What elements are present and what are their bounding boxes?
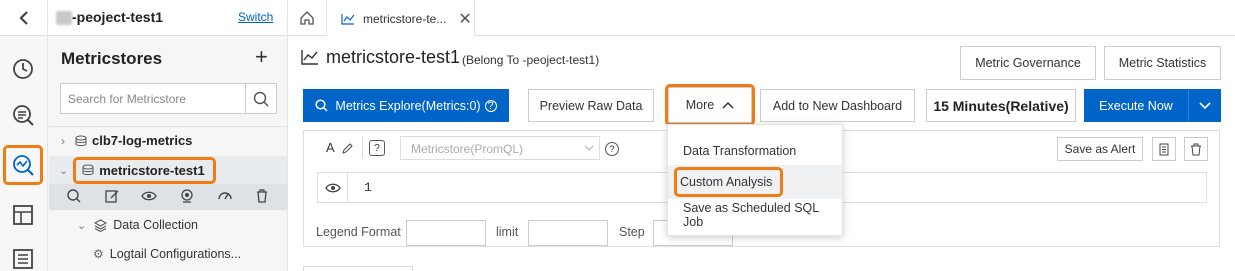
info-icon[interactable]: ? — [484, 99, 497, 112]
sidebar-title: Metricstores — [61, 49, 163, 68]
home-icon — [300, 11, 314, 25]
copy-icon[interactable] — [1152, 137, 1176, 161]
project-name: -peoject-test1 — [72, 9, 164, 25]
metrics-explore-button[interactable]: Metrics Explore(Metrics:0) ? — [303, 89, 509, 122]
metrics-analysis-icon[interactable] — [3, 145, 43, 185]
metrics-explore-label: Metrics Explore(Metrics:0) — [335, 98, 481, 113]
delete-icon[interactable] — [254, 188, 270, 204]
more-label: More — [685, 98, 715, 112]
sidebar-item-label: clb7-log-metrics — [92, 133, 193, 148]
clock-icon[interactable] — [10, 56, 36, 82]
selected-metricstore-highlight: metricstore-test1 — [73, 156, 216, 184]
bottom-tab-edge — [303, 266, 413, 271]
close-tab-icon[interactable]: ✕ — [458, 9, 471, 29]
help-icon[interactable]: ? — [369, 140, 385, 156]
metricstore-search-input[interactable]: Search for Metricstore — [60, 83, 246, 114]
chevron-down-icon[interactable]: ⌄ — [77, 219, 86, 232]
toggle-visibility-icon[interactable] — [317, 172, 348, 203]
logtail-label: Logtail Configurations... — [109, 247, 242, 261]
metricstore-actions — [49, 184, 287, 210]
line-chart-icon — [341, 13, 355, 25]
back-arrow-icon[interactable] — [0, 0, 48, 36]
chevron-right-icon[interactable]: › — [61, 134, 65, 148]
legend-format-label: Legend Format — [316, 225, 401, 239]
top-bar — [0, 0, 1235, 36]
more-dropdown-menu: Data Transformation Custom Analysis Save… — [667, 124, 843, 236]
database-icon — [82, 164, 94, 175]
tree-data-collection[interactable]: ⌄ Data Collection — [49, 211, 287, 239]
line-chart-icon — [301, 50, 318, 65]
chevron-down-icon — [1198, 101, 1211, 109]
add-metricstore-icon[interactable]: + — [255, 44, 268, 70]
more-button[interactable]: More — [665, 84, 755, 126]
font-size-icon[interactable]: A — [326, 140, 335, 155]
question-icon[interactable]: ? — [605, 142, 619, 156]
step-label: Step — [619, 225, 645, 239]
query-icon[interactable] — [66, 188, 82, 204]
time-range-picker[interactable]: 15 Minutes(Relative) — [926, 89, 1076, 122]
page-title: metricstore-test1 — [326, 47, 461, 67]
custom-analysis-label: Custom Analysis — [673, 167, 784, 197]
database-icon — [75, 135, 87, 146]
switch-project-link[interactable]: Switch — [238, 10, 273, 24]
execute-options-button[interactable] — [1188, 89, 1221, 122]
chevron-down-icon — [584, 145, 594, 151]
menu-item-custom-analysis[interactable]: Custom Analysis — [668, 165, 842, 199]
view-icon[interactable] — [141, 188, 157, 204]
gauge-icon[interactable] — [217, 188, 233, 204]
execute-now-button[interactable]: Execute Now — [1084, 89, 1188, 122]
preview-raw-data-button[interactable]: Preview Raw Data — [528, 89, 654, 122]
monitor-icon[interactable] — [179, 188, 195, 204]
left-rail — [0, 36, 48, 271]
delete-icon[interactable] — [1184, 137, 1208, 161]
pen-icon[interactable] — [341, 142, 354, 155]
settings-icon: ⚙ — [93, 247, 104, 261]
data-collection-label: Data Collection — [113, 218, 198, 232]
add-to-dashboard-button[interactable]: Add to New Dashboard — [760, 89, 915, 122]
save-as-alert-button[interactable]: Save as Alert — [1057, 137, 1143, 161]
limit-input[interactable] — [528, 220, 608, 246]
tab-metricstore[interactable]: metricstore-te... ✕ — [327, 0, 475, 37]
metricstore-select[interactable]: Metricstore(PromQL) — [400, 136, 600, 160]
search-icon[interactable] — [246, 83, 277, 114]
legend-format-input[interactable] — [406, 220, 486, 246]
menu-item-data-transformation[interactable]: Data Transformation — [668, 134, 842, 168]
chevron-up-icon — [722, 101, 734, 109]
metric-governance-button[interactable]: Metric Governance — [960, 46, 1096, 80]
dashboard-icon[interactable] — [10, 202, 36, 228]
metric-statistics-button[interactable]: Metric Statistics — [1104, 46, 1221, 80]
menu-item-save-scheduled-sql[interactable]: Save as Scheduled SQL Job — [668, 198, 842, 232]
layers-icon — [94, 218, 108, 232]
search-icon — [315, 99, 328, 112]
sidebar-item-metricstore-test1[interactable]: ⌄ metricstore-test1 — [49, 156, 287, 184]
tree-logtail-configurations[interactable]: ⚙ Logtail Configurations... — [49, 240, 287, 268]
home-tab[interactable] — [287, 0, 327, 36]
sidebar-item-clb7-log-metrics[interactable]: › clb7-log-metrics — [49, 126, 287, 154]
sidebar-item-label: metricstore-test1 — [99, 162, 205, 178]
limit-label: limit — [496, 225, 519, 239]
chevron-down-icon[interactable]: ⌄ — [59, 164, 68, 177]
list-icon[interactable] — [10, 246, 36, 271]
page-subtitle: (Belong To -peoject-test1) — [462, 53, 600, 67]
search-query-icon[interactable] — [10, 102, 36, 128]
divider — [362, 136, 363, 158]
edit-icon[interactable] — [104, 188, 120, 204]
tab-label: metricstore-te... — [363, 11, 447, 26]
project-prefix-blur — [56, 11, 72, 25]
